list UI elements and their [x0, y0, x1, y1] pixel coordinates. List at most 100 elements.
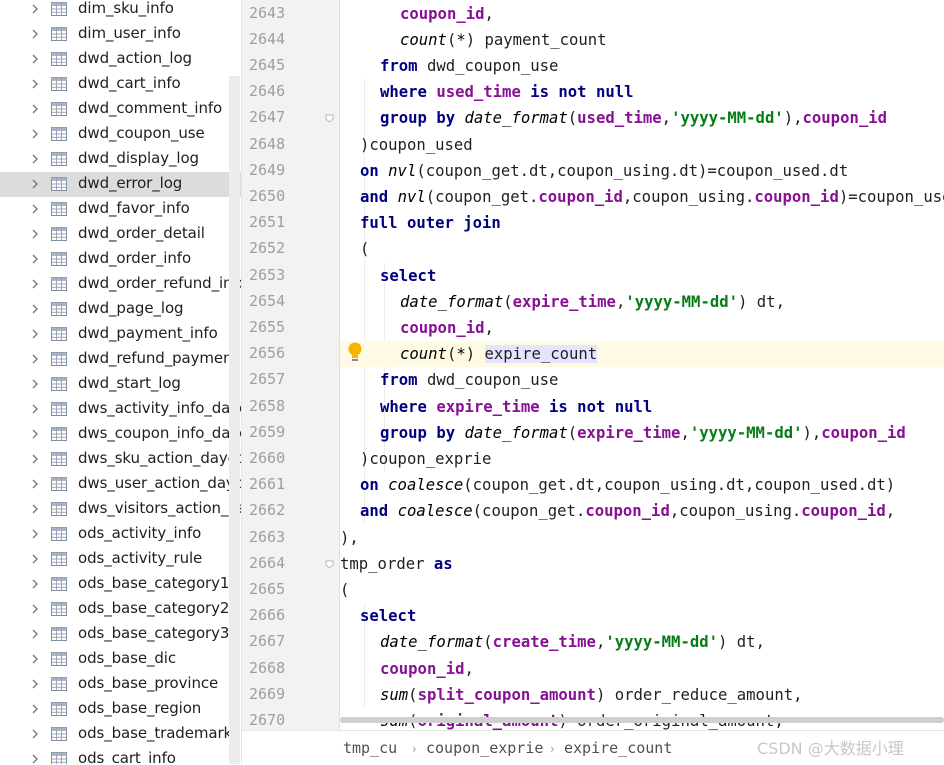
code-editor[interactable]: coupon_id, count(*) payment_count from dwd… — [340, 0, 944, 730]
tree-item[interactable]: ods_base_category2 — [0, 597, 241, 622]
chevron-right-icon[interactable] — [29, 528, 41, 540]
tree-item[interactable]: ods_base_category1 — [0, 572, 241, 597]
chevron-right-icon[interactable] — [29, 78, 41, 90]
chevron-right-icon[interactable] — [29, 403, 41, 415]
chevron-right-icon[interactable] — [29, 603, 41, 615]
tree-item[interactable]: dwd_comment_info — [0, 97, 241, 122]
breadcrumb-item[interactable]: tmp_cu — [343, 739, 397, 757]
code-line[interactable]: ( — [360, 236, 369, 262]
code-line[interactable]: on nvl(coupon_get.dt,coupon_using.dt)=co… — [360, 158, 848, 184]
chevron-right-icon[interactable] — [29, 753, 41, 764]
tree-item[interactable]: dwd_display_log — [0, 147, 241, 172]
tree-item[interactable]: ods_base_dic — [0, 647, 241, 672]
chevron-right-icon[interactable] — [29, 628, 41, 640]
code-line[interactable]: )coupon_exprie — [360, 446, 491, 472]
chevron-right-icon[interactable] — [29, 103, 41, 115]
chevron-right-icon[interactable] — [29, 478, 41, 490]
tree-item[interactable]: dwd_action_log — [0, 47, 241, 72]
code-line[interactable]: from dwd_coupon_use — [380, 53, 558, 79]
chevron-right-icon[interactable] — [29, 553, 41, 565]
code-line[interactable]: where used_time is not null — [380, 79, 634, 105]
code-line[interactable]: ( — [340, 577, 349, 603]
tree-item[interactable]: dws_user_action_daycount — [0, 472, 241, 497]
chevron-right-icon[interactable] — [29, 678, 41, 690]
tree-item[interactable]: dwd_error_log — [0, 172, 241, 197]
chevron-right-icon[interactable] — [29, 228, 41, 240]
table-icon — [51, 77, 67, 91]
chevron-right-icon[interactable] — [29, 428, 41, 440]
chevron-right-icon[interactable] — [29, 128, 41, 140]
code-line[interactable]: full outer join — [360, 210, 501, 236]
tree-item[interactable]: dim_sku_info — [0, 0, 241, 22]
chevron-right-icon[interactable] — [29, 653, 41, 665]
tree-item[interactable]: ods_base_trademark — [0, 722, 241, 747]
chevron-right-icon[interactable] — [29, 503, 41, 515]
code-line[interactable]: group by date_format(used_time,'yyyy-MM-… — [380, 105, 887, 131]
chevron-right-icon[interactable] — [29, 578, 41, 590]
code-line[interactable]: and coalesce(coupon_get.coupon_id,coupon… — [360, 498, 895, 524]
tree-item[interactable]: dws_visitors_action_daycount — [0, 497, 241, 522]
chevron-right-icon[interactable] — [29, 253, 41, 265]
tree-item[interactable]: ods_base_category3 — [0, 622, 241, 647]
chevron-right-icon[interactable] — [29, 353, 41, 365]
code-line[interactable]: date_format(create_time,'yyyy-MM-dd') dt… — [380, 629, 765, 655]
code-line[interactable]: tmp_order as — [340, 551, 453, 577]
code-line[interactable]: where expire_time is not null — [380, 394, 652, 420]
code-line[interactable]: sum(split_coupon_amount) order_reduce_am… — [380, 682, 803, 708]
tree-item[interactable]: dwd_order_detail — [0, 222, 241, 247]
code-line[interactable]: coupon_id, — [380, 656, 474, 682]
code-line[interactable]: select — [380, 263, 436, 289]
tree-item[interactable]: dws_activity_info_daycount — [0, 397, 241, 422]
tree-item[interactable]: dwd_favor_info — [0, 197, 241, 222]
chevron-right-icon[interactable] — [29, 203, 41, 215]
code-line[interactable]: and nvl(coupon_get.coupon_id,coupon_usin… — [360, 184, 944, 210]
chevron-right-icon[interactable] — [29, 153, 41, 165]
chevron-right-icon[interactable] — [29, 378, 41, 390]
code-line[interactable]: date_format(expire_time,'yyyy-MM-dd') dt… — [400, 289, 785, 315]
chevron-right-icon[interactable] — [29, 728, 41, 740]
code-line[interactable]: ), — [340, 525, 359, 551]
tree-item[interactable]: ods_activity_info — [0, 522, 241, 547]
code-line[interactable]: select — [360, 603, 416, 629]
chevron-right-icon[interactable] — [29, 53, 41, 65]
tree-item[interactable]: dwd_payment_info — [0, 322, 241, 347]
code-line[interactable]: from dwd_coupon_use — [380, 367, 558, 393]
chevron-right-icon[interactable] — [29, 28, 41, 40]
chevron-right-icon[interactable] — [29, 178, 41, 190]
chevron-right-icon[interactable] — [29, 303, 41, 315]
tree-item[interactable]: dwd_cart_info — [0, 72, 241, 97]
tree-item[interactable]: dwd_coupon_use — [0, 122, 241, 147]
tree-scrollbar[interactable] — [229, 76, 240, 764]
lightbulb-icon[interactable] — [346, 341, 364, 363]
code-line[interactable]: group by date_format(expire_time,'yyyy-M… — [380, 420, 906, 446]
tree-item[interactable]: dws_coupon_info_daycount — [0, 422, 241, 447]
tree-item[interactable]: dwd_start_log — [0, 372, 241, 397]
tree-item[interactable]: dws_sku_action_daycount — [0, 447, 241, 472]
code-line[interactable]: )coupon_used — [360, 132, 473, 158]
chevron-right-icon[interactable] — [29, 328, 41, 340]
tree-item[interactable]: ods_base_province — [0, 672, 241, 697]
breadcrumb-item[interactable]: expire_count — [564, 739, 672, 757]
fold-marker-icon[interactable] — [325, 560, 334, 569]
tree-item[interactable]: ods_base_region — [0, 697, 241, 722]
code-line[interactable]: coupon_id, — [400, 1, 494, 27]
code-line[interactable]: count(*) payment_count — [400, 27, 607, 53]
code-line[interactable]: coupon_id, — [400, 315, 494, 341]
tree-item[interactable]: dwd_order_refund_info — [0, 272, 241, 297]
chevron-right-icon[interactable] — [29, 3, 41, 15]
breadcrumb-item[interactable]: coupon_exprie — [426, 739, 543, 757]
code-line[interactable]: count(*) expire_count — [400, 341, 598, 367]
code-line[interactable]: on coalesce(coupon_get.dt,coupon_using.d… — [360, 472, 895, 498]
chevron-right-icon[interactable] — [29, 453, 41, 465]
tree-item[interactable]: dwd_order_info — [0, 247, 241, 272]
horizontal-scrollbar[interactable] — [340, 716, 944, 724]
tree-item[interactable]: dwd_page_log — [0, 297, 241, 322]
tree-item[interactable]: ods_activity_rule — [0, 547, 241, 572]
tree-item[interactable]: dim_user_info — [0, 22, 241, 47]
chevron-right-icon[interactable] — [29, 278, 41, 290]
tree-item[interactable]: dwd_refund_payment — [0, 347, 241, 372]
scrollbar-thumb[interactable] — [340, 717, 944, 723]
tree-item[interactable]: ods_cart_info — [0, 747, 241, 764]
fold-marker-icon[interactable] — [325, 114, 334, 123]
chevron-right-icon[interactable] — [29, 703, 41, 715]
